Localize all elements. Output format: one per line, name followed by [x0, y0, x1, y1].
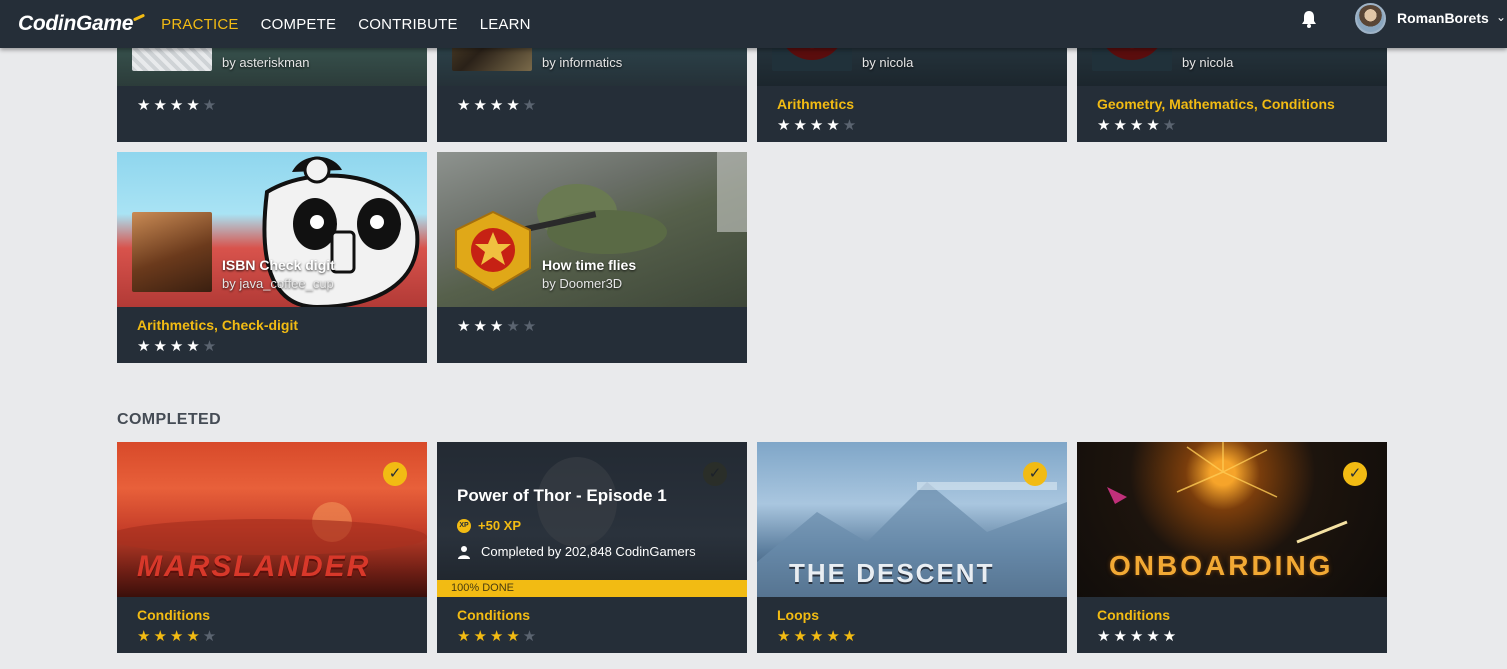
bell-icon[interactable]: [1299, 9, 1319, 29]
rating-stars: ★★★★★: [457, 628, 540, 645]
nav-learn[interactable]: LEARN: [480, 16, 531, 33]
rating-stars: ★★★★★: [137, 97, 220, 114]
checkmark-icon: ✓: [383, 462, 407, 486]
checkmark-icon: ✓: [1023, 462, 1047, 486]
completed-card-mars-lander[interactable]: MARSLANDER ✓ Conditions ★★★★★: [117, 442, 427, 653]
codingame-logo[interactable]: CodinGame: [18, 12, 146, 36]
completed-card-power-of-thor[interactable]: ✓ Power of Thor - Episode 1 XP +50 XP Co…: [437, 442, 747, 653]
card-footer: ★★★★★: [117, 86, 427, 142]
xp-amount: +50 XP: [478, 518, 522, 533]
card-footer: ★★★★★: [437, 307, 747, 363]
checkmark-icon: ✓: [703, 462, 727, 486]
chevron-down-icon[interactable]: ⌄: [1496, 10, 1506, 24]
puzzle-author: by Doomer3D: [542, 276, 623, 291]
nav-contribute[interactable]: CONTRIBUTE: [358, 16, 458, 33]
rating-stars: ★★★★★: [1097, 628, 1180, 645]
puzzle-title: How time flies: [542, 257, 637, 273]
completed-card-the-descent[interactable]: THE DESCENT ✓ Loops ★★★★★: [757, 442, 1067, 653]
puzzle-card[interactable]: ISBN Check digit by java_coffee_cup Arit…: [117, 152, 427, 363]
puzzle-tags: Conditions: [457, 607, 530, 623]
rating-stars: ★★★★★: [457, 97, 540, 114]
puzzle-tags: Conditions: [1097, 607, 1170, 623]
puzzle-card[interactable]: How time flies by Doomer3D ★★★★★: [437, 152, 747, 363]
puzzle-tags: Loops: [777, 607, 819, 623]
tag-link[interactable]: Arithmetics: [777, 96, 854, 112]
tag-link[interactable]: Geometry: [1097, 96, 1161, 112]
progress-bar: 100% DONE: [437, 580, 747, 597]
card-footer: Arithmetics, Check-digit ★★★★★: [117, 307, 427, 363]
main-nav: PRACTICE COMPETE CONTRIBUTE LEARN: [161, 16, 553, 33]
art-title: ONBOARDING: [1109, 550, 1334, 581]
tag-link[interactable]: Arithmetics: [137, 317, 214, 333]
rating-stars: ★★★★★: [137, 628, 220, 645]
avatar[interactable]: [1355, 3, 1386, 34]
puzzle-title: Power of Thor - Episode 1: [457, 486, 667, 505]
puzzle-tags: Arithmetics: [777, 96, 854, 112]
rating-stars: ★★★★★: [457, 318, 540, 335]
rating-stars: ★★★★★: [1097, 117, 1180, 134]
puzzle-tags: Arithmetics, Check-digit: [137, 317, 299, 333]
xp-reward: XP +50 XP: [457, 518, 521, 533]
section-title-completed: COMPLETED: [117, 411, 222, 428]
puzzle-author: by informatics: [542, 55, 623, 70]
puzzle-author: by nicola: [1182, 55, 1234, 70]
tag-link[interactable]: Conditions: [1262, 96, 1335, 112]
puzzle-author: by asteriskman: [222, 55, 310, 70]
art-title: MARSLANDER: [137, 550, 371, 583]
puzzle-tags: Geometry, Mathematics, Conditions: [1097, 96, 1335, 112]
tag-link[interactable]: Mathematics: [1169, 96, 1254, 112]
puzzle-thumbnail: [132, 212, 212, 292]
card-footer: Loops ★★★★★: [757, 597, 1067, 653]
completed-card-onboarding[interactable]: ONBOARDING ✓ Conditions ★★★★★: [1077, 442, 1387, 653]
tag-link[interactable]: Conditions: [1097, 607, 1170, 623]
rating-stars: ★★★★★: [777, 117, 860, 134]
emblem-thumbnail: [455, 210, 531, 292]
user-icon: [458, 545, 470, 559]
art-title: THE DESCENT: [789, 558, 995, 588]
username[interactable]: RomanBorets: [1397, 10, 1489, 26]
tag-link[interactable]: Conditions: [137, 607, 210, 623]
puzzle-author: by nicola: [862, 55, 914, 70]
card-footer: Conditions ★★★★★: [437, 597, 747, 653]
tag-link[interactable]: Conditions: [457, 607, 530, 623]
nav-practice[interactable]: PRACTICE: [161, 16, 238, 33]
tag-link[interactable]: Loops: [777, 607, 819, 623]
checkmark-icon: ✓: [1343, 462, 1367, 486]
progress-label: 100% DONE: [451, 582, 514, 594]
top-navbar: CodinGame PRACTICE COMPETE CONTRIBUTE LE…: [0, 0, 1507, 48]
nav-compete[interactable]: COMPETE: [261, 16, 337, 33]
completion-count: Completed by 202,848 CodinGamers: [457, 544, 696, 559]
card-footer: Conditions ★★★★★: [1077, 597, 1387, 653]
card-footer: Conditions ★★★★★: [117, 597, 427, 653]
puzzle-tags: Conditions: [137, 607, 210, 623]
card-footer: Geometry, Mathematics, Conditions ★★★★★: [1077, 86, 1387, 142]
card-footer: Arithmetics ★★★★★: [757, 86, 1067, 142]
tag-link[interactable]: Check-digit: [222, 317, 298, 333]
card-footer: ★★★★★: [437, 86, 747, 142]
rating-stars: ★★★★★: [137, 338, 220, 355]
rating-stars: ★★★★★: [777, 628, 860, 645]
completed-by-text: Completed by 202,848 CodinGamers: [481, 544, 696, 559]
puzzle-title: ISBN Check digit: [222, 257, 335, 273]
puzzle-author: by java_coffee_cup: [222, 276, 334, 291]
xp-icon: XP: [457, 518, 471, 533]
